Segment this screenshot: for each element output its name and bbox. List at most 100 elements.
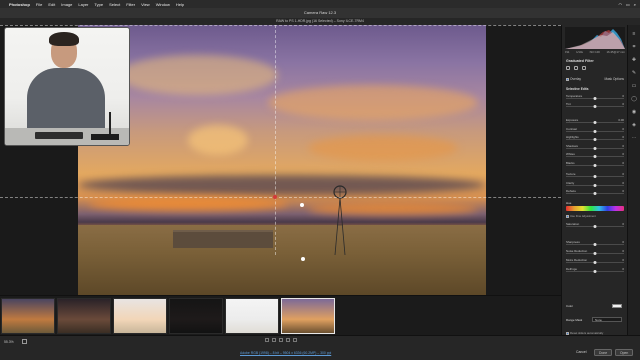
filmstrip-thumbnail[interactable] xyxy=(225,298,279,334)
edit-icon[interactable]: ≡ xyxy=(631,31,637,37)
radial-icon[interactable]: ◯ xyxy=(631,96,637,102)
slider-exposure[interactable]: Exposure 0.00 xyxy=(566,118,624,125)
slider-thumb[interactable] xyxy=(593,155,597,159)
slider-thumb[interactable] xyxy=(593,105,597,109)
gradient-pin[interactable] xyxy=(300,203,304,207)
open-button[interactable]: Open xyxy=(615,349,634,356)
slider-thumb[interactable] xyxy=(593,97,597,101)
fine-adjust-checkbox[interactable]: Use Fine Adjustment xyxy=(566,214,596,218)
slider-thumb[interactable] xyxy=(593,261,597,265)
wifi-icon[interactable]: ◠ xyxy=(618,2,622,7)
filmstrip-thumbnail[interactable] xyxy=(113,298,167,334)
slider-moire-reduction[interactable]: Moire Reduction 0 xyxy=(566,258,624,265)
menu-file[interactable]: File xyxy=(36,2,42,7)
before-after-icon[interactable] xyxy=(265,338,269,342)
slider-thumb[interactable] xyxy=(593,146,597,150)
battery-icon[interactable]: ▭ xyxy=(626,2,630,7)
slider-tint[interactable]: Tint 0 xyxy=(566,102,624,109)
menu-window[interactable]: Window xyxy=(156,2,170,7)
slider-thumb[interactable] xyxy=(593,121,597,125)
heal-icon[interactable]: ✚ xyxy=(631,57,637,63)
menu-app-name[interactable]: Photoshop xyxy=(9,2,30,7)
workflow-options-link[interactable]: Adobe RGB (1998) – 8 bit – 9504 x 6336 (… xyxy=(240,351,331,355)
range-mask-dropdown[interactable]: None xyxy=(592,317,622,322)
gradient-line-top[interactable] xyxy=(0,25,561,26)
tool-strip: ≡ ⌗ ✚ ✎ ▭ ◯ ◉ ◈ ⋯ xyxy=(627,25,640,345)
sunset-photo[interactable] xyxy=(78,25,486,295)
presenter-body xyxy=(27,68,105,132)
slider-thumb[interactable] xyxy=(593,252,597,256)
mask-options[interactable]: Mask Options xyxy=(605,77,625,81)
gradient-line-bottom[interactable] xyxy=(0,197,561,198)
slider-thumb[interactable] xyxy=(593,163,597,167)
slider-sharpness[interactable]: Sharpness 0 xyxy=(566,240,624,247)
gradient-pin-start[interactable] xyxy=(273,195,277,199)
menu-layer[interactable]: Layer xyxy=(78,2,88,7)
gradient-pin[interactable] xyxy=(301,257,305,261)
menu-select[interactable]: Select xyxy=(109,2,120,7)
color-swatch[interactable] xyxy=(612,304,622,308)
laptop xyxy=(35,132,83,139)
compare-icon[interactable] xyxy=(286,338,290,342)
slider-noise-reduction[interactable]: Noise Reduction 0 xyxy=(566,249,624,256)
filmstrip-thumbnail[interactable] xyxy=(169,298,223,334)
lens: 16-35@17 mm xyxy=(606,50,625,54)
bottom-bar: 55.3% Adobe RGB (1998) – 8 bit – 9504 x … xyxy=(0,335,640,360)
gradient-center-line[interactable] xyxy=(275,25,276,255)
drawing-tablet xyxy=(91,134,119,140)
slider-saturation[interactable]: Saturation 0 xyxy=(566,222,624,229)
slider-thumb[interactable] xyxy=(593,243,597,247)
slider-temperature[interactable]: Temperature 0 xyxy=(566,94,624,101)
slider-thumb[interactable] xyxy=(593,192,597,196)
filmstrip-thumbnail-selected[interactable] xyxy=(281,298,335,334)
panel-title: Graduated Filter xyxy=(566,59,594,63)
crop-icon[interactable]: ⌗ xyxy=(631,44,637,50)
zoom-level[interactable]: 55.3% xyxy=(4,340,14,344)
slider-clarity[interactable]: Clarity 0 xyxy=(566,181,624,188)
slider-thumb[interactable] xyxy=(593,183,597,187)
edit-mode-icon[interactable] xyxy=(566,66,570,70)
menu-edit[interactable]: Edit xyxy=(48,2,55,7)
menu-image[interactable]: Image xyxy=(61,2,72,7)
slider-thumb[interactable] xyxy=(593,175,597,179)
menu-help[interactable]: Help xyxy=(176,2,184,7)
cloud xyxy=(188,125,248,155)
grassland xyxy=(78,225,486,295)
iso: ISO 100 xyxy=(589,50,600,54)
search-icon[interactable]: ⌕ xyxy=(634,2,636,7)
overlay-checkbox[interactable]: Overlay xyxy=(566,77,581,81)
slider-whites[interactable]: Whites 0 xyxy=(566,152,624,159)
slider-dehaze[interactable]: Dehaze 0 xyxy=(566,189,624,196)
menu-filter[interactable]: Filter xyxy=(126,2,135,7)
hue-slider[interactable] xyxy=(566,206,624,211)
brush-add-icon[interactable] xyxy=(574,66,578,70)
slider-texture[interactable]: Texture 0 xyxy=(566,172,624,179)
brush-erase-icon[interactable] xyxy=(582,66,586,70)
filmstrip-thumbnail[interactable] xyxy=(1,298,55,334)
gradient-icon[interactable]: ▭ xyxy=(631,83,637,89)
filmstrip-thumbnail[interactable] xyxy=(57,298,111,334)
toggle-icon[interactable] xyxy=(272,338,276,342)
presets-icon[interactable]: ◈ xyxy=(631,122,637,128)
brush-icon[interactable]: ✎ xyxy=(631,70,637,76)
done-button[interactable]: Done xyxy=(594,349,613,356)
more-icon[interactable]: ⋯ xyxy=(631,135,637,141)
slider-thumb[interactable] xyxy=(593,138,597,142)
cancel-button[interactable]: Cancel xyxy=(572,349,591,356)
windmill xyxy=(333,185,347,256)
slider-blacks[interactable]: Blacks 0 xyxy=(566,161,624,168)
slider-shadows[interactable]: Shadows 0 xyxy=(566,144,624,151)
slider-defringe[interactable]: Defringe 0 xyxy=(566,267,624,274)
redeye-icon[interactable]: ◉ xyxy=(631,109,637,115)
slider-highlights[interactable]: Highlights 0 xyxy=(566,135,624,142)
menu-view[interactable]: View xyxy=(141,2,150,7)
filmstrip-toggle-icon[interactable] xyxy=(293,338,297,342)
slider-thumb[interactable] xyxy=(593,225,597,229)
rating-icon[interactable] xyxy=(279,338,283,342)
slider-contrast[interactable]: Contrast 0 xyxy=(566,127,624,134)
fit-view-icon[interactable] xyxy=(22,339,27,344)
slider-thumb[interactable] xyxy=(593,129,597,133)
presenter-hair xyxy=(49,32,79,46)
slider-thumb[interactable] xyxy=(593,270,597,274)
menu-type[interactable]: Type xyxy=(94,2,103,7)
